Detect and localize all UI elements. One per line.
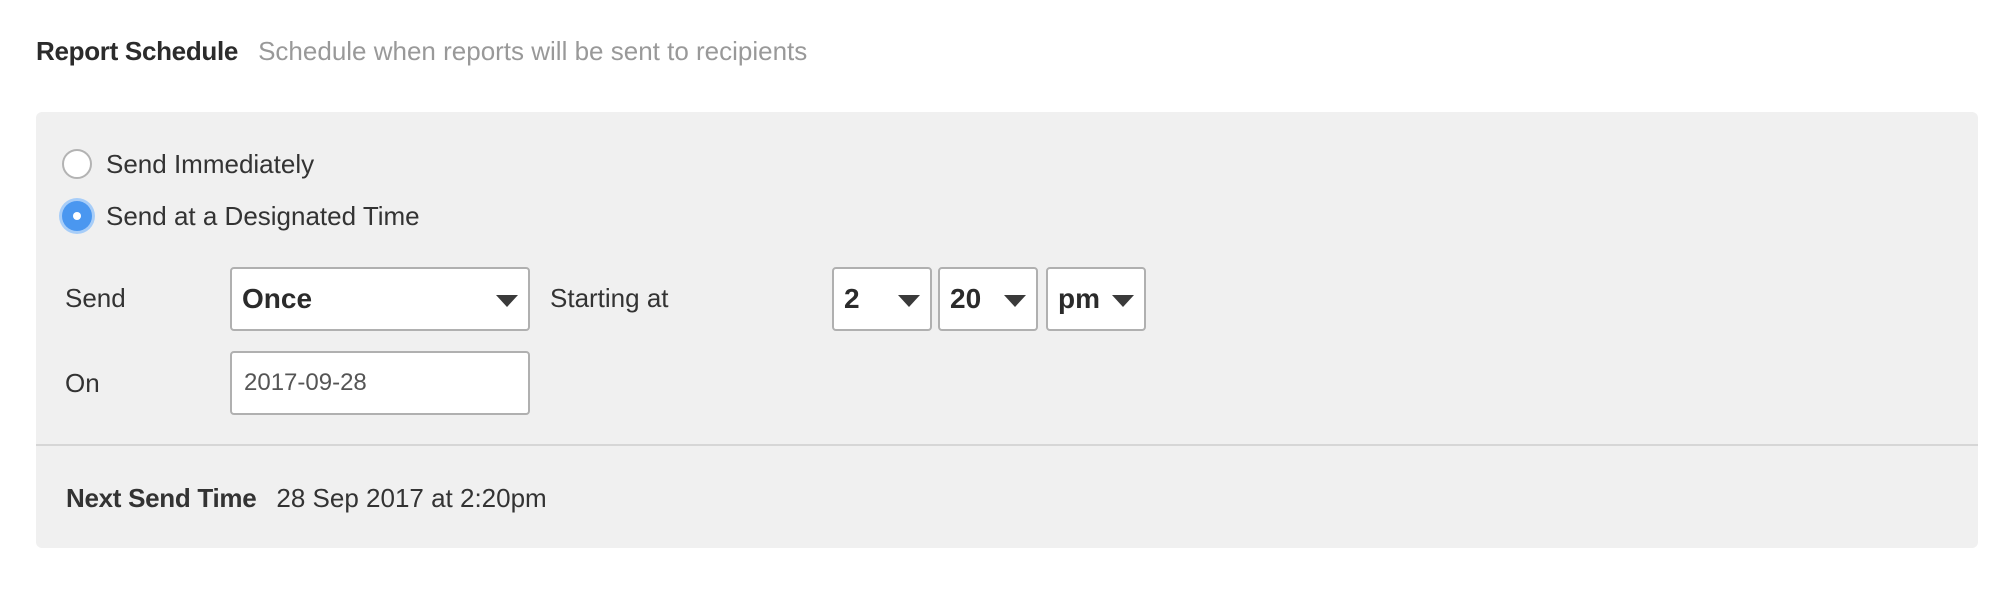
- report-schedule-page: Report Schedule Schedule when reports wi…: [0, 0, 2014, 602]
- send-designated-label: Send at a Designated Time: [106, 200, 420, 231]
- caret-down-icon: [1112, 295, 1134, 307]
- starting-at-label: Starting at: [550, 283, 669, 313]
- ampm-select[interactable]: pm: [1046, 267, 1146, 331]
- send-designated-radio[interactable]: [62, 201, 92, 231]
- ampm-value: pm: [1058, 283, 1100, 314]
- date-input[interactable]: [230, 351, 530, 415]
- caret-down-icon: [898, 295, 920, 307]
- frequency-value: Once: [242, 283, 313, 314]
- send-immediately-option[interactable]: Send Immediately: [62, 146, 314, 182]
- send-label: Send: [65, 283, 126, 313]
- next-send-row: Next Send Time 28 Sep 2017 at 2:20pm: [66, 480, 547, 516]
- divider: [36, 444, 1978, 446]
- send-immediately-radio[interactable]: [62, 149, 92, 179]
- page-subtitle: Schedule when reports will be sent to re…: [258, 36, 808, 66]
- minute-select[interactable]: 20: [938, 267, 1038, 331]
- hour-value: 2: [844, 283, 860, 314]
- caret-down-icon: [1004, 295, 1026, 307]
- next-send-label: Next Send Time: [66, 482, 257, 513]
- schedule-panel: Send Immediately Send at a Designated Ti…: [36, 112, 1978, 548]
- frequency-select[interactable]: Once: [230, 267, 530, 331]
- header: Report Schedule Schedule when reports wi…: [36, 36, 807, 72]
- next-send-value: 28 Sep 2017 at 2:20pm: [276, 482, 547, 513]
- on-label: On: [65, 368, 100, 398]
- send-immediately-label: Send Immediately: [106, 148, 315, 179]
- caret-down-icon: [496, 295, 518, 307]
- hour-select[interactable]: 2: [832, 267, 932, 331]
- send-designated-option[interactable]: Send at a Designated Time: [62, 198, 420, 234]
- page-title: Report Schedule: [36, 36, 239, 66]
- minute-value: 20: [950, 283, 982, 314]
